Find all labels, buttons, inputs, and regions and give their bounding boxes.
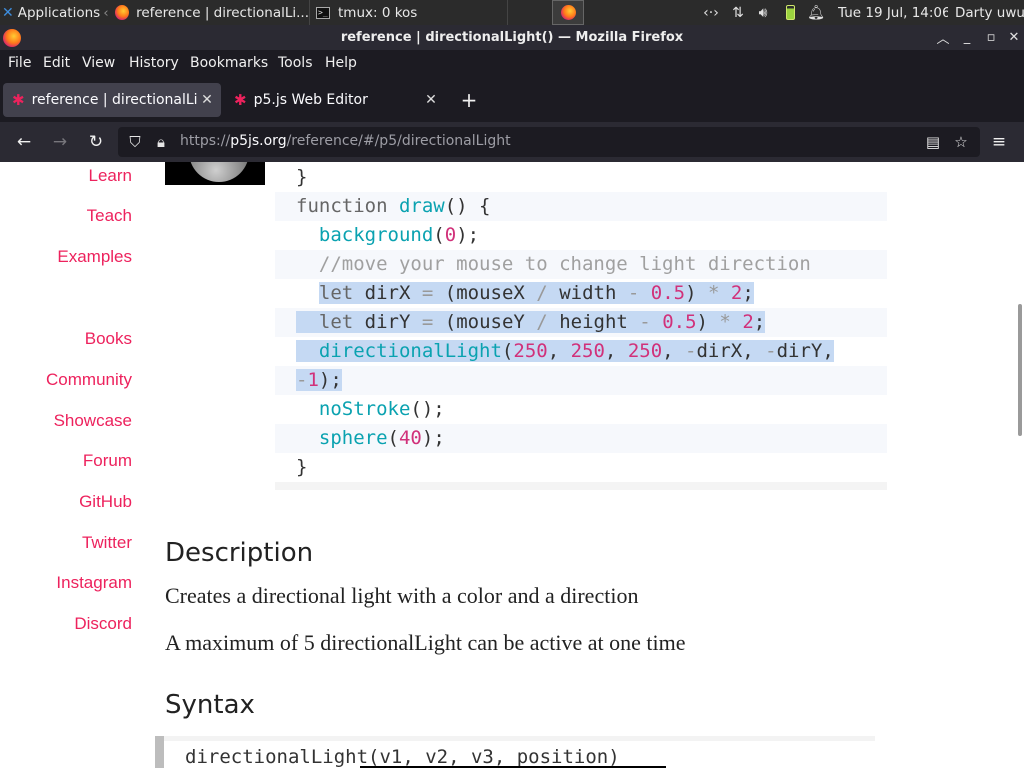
code-line: noStroke(); <box>318 398 445 420</box>
hamburger-menu-icon[interactable]: ≡ <box>988 131 1010 153</box>
code-line: background(0); <box>318 224 480 246</box>
sidebar-item-books[interactable]: Books <box>85 329 132 349</box>
page-content: Learn Teach Examples Books Community Sho… <box>0 162 1024 768</box>
user-menu[interactable]: Darty uwu <box>955 0 1024 25</box>
description-heading: Description <box>165 538 314 568</box>
reload-icon[interactable]: ↻ <box>85 131 107 153</box>
code-block-bottom-border <box>275 482 887 490</box>
taskbar-item-label: tmux: 0 kos <box>338 4 418 21</box>
menu-bookmarks[interactable]: Bookmarks <box>190 55 268 71</box>
tab-reference[interactable]: ✱ reference | directionalLight() ✕ <box>3 83 221 117</box>
window-title: reference | directionalLight() — Mozilla… <box>340 30 684 45</box>
tab-strip: ✱ reference | directionalLight() ✕ ✱ p5.… <box>0 78 1024 122</box>
firefox-icon <box>115 5 130 20</box>
applications-menu[interactable]: ✕ Applications ‹ <box>2 0 108 25</box>
syntax-left-bar <box>155 736 164 768</box>
url-text[interactable]: https://p5js.org/reference/#/p5/directio… <box>180 133 511 149</box>
p5-asterisk-icon: ✱ <box>12 90 25 109</box>
p5-asterisk-icon: ✱ <box>234 90 247 109</box>
syntax-top-band <box>164 736 875 741</box>
battery-icon[interactable] <box>781 0 799 25</box>
minimize-icon[interactable]: _ <box>958 28 976 46</box>
lock-icon[interactable]: 🔒︎ <box>150 131 172 153</box>
code-line: //move your mouse to change light direct… <box>275 250 887 279</box>
code-line: directionalLight(250, 250, 250, -dirX, -… <box>275 337 887 366</box>
desktop-panel: ✕ Applications ‹ reference | directional… <box>0 0 1024 25</box>
close-icon[interactable]: ✕ <box>1005 28 1023 46</box>
page-scrollbar[interactable] <box>1018 304 1022 436</box>
network-arrows-icon[interactable]: ‹·› <box>700 0 722 25</box>
taskbar-item-label: reference | directionalLi... <box>136 4 309 21</box>
applications-label: Applications <box>17 4 101 21</box>
notification-bell-icon[interactable]: 🔔︎ <box>806 0 826 25</box>
syntax-code-block[interactable]: directionalLight(v1, v2, v3, position) <box>155 736 875 768</box>
taskbar-item-firefox[interactable]: reference | directionalLi... <box>110 0 310 25</box>
sidebar-item-community[interactable]: Community <box>46 370 132 390</box>
navigation-toolbar: ← → ↻ ⛉ 🔒︎ https://p5js.org/reference/#/… <box>0 122 1024 162</box>
address-bar[interactable]: ⛉ 🔒︎ https://p5js.org/reference/#/p5/dir… <box>118 127 980 157</box>
sidebar-item-learn[interactable]: Learn <box>89 166 132 186</box>
shield-icon[interactable]: ⛉ <box>124 131 146 153</box>
clock[interactable]: Tue 19 Jul, 14:06 <box>838 0 948 25</box>
bookmark-star-icon[interactable]: ☆ <box>950 131 972 153</box>
reader-view-icon[interactable]: ▤ <box>922 131 944 153</box>
lit-sphere <box>189 162 249 182</box>
sidebar-item-forum[interactable]: Forum <box>83 451 132 471</box>
code-line: let dirX = (mouseX / width - 0.5) * 2; <box>318 282 754 304</box>
sidebar-item-github[interactable]: GitHub <box>79 492 132 512</box>
forward-arrow-icon[interactable]: → <box>49 131 71 153</box>
tab-label: reference | directionalLight() <box>31 92 197 108</box>
restore-icon[interactable]: ▫ <box>982 28 1000 46</box>
sidebar-item-discord[interactable]: Discord <box>74 614 132 634</box>
window-titlebar: reference | directionalLight() — Mozilla… <box>0 25 1024 50</box>
menubar: File Edit View History Bookmarks Tools H… <box>0 50 1024 78</box>
code-line: } <box>296 166 308 188</box>
menu-view[interactable]: View <box>82 55 115 71</box>
syntax-code: directionalLight(v1, v2, v3, position) <box>185 746 620 768</box>
syntax-heading: Syntax <box>165 690 255 720</box>
terminal-icon: >_ <box>316 6 330 19</box>
dropdown-indicator-icon: ‹ <box>103 5 108 21</box>
description-text: Creates a directional light with a color… <box>165 583 639 608</box>
code-line: } <box>296 456 308 478</box>
workspace-switcher[interactable] <box>552 0 584 25</box>
example-sketch-canvas[interactable] <box>165 162 265 185</box>
menu-tools[interactable]: Tools <box>278 55 313 71</box>
close-tab-icon[interactable]: ✕ <box>421 92 441 108</box>
firefox-icon <box>560 5 576 20</box>
menu-edit[interactable]: Edit <box>43 55 70 71</box>
volume-icon[interactable]: 🔊︎ <box>752 0 774 25</box>
sidebar-item-teach[interactable]: Teach <box>87 206 132 226</box>
xfce-mouse-icon: ✕ <box>2 4 14 21</box>
menu-file[interactable]: File <box>8 55 31 71</box>
code-line: -1); <box>275 366 887 395</box>
sidebar-item-twitter[interactable]: Twitter <box>82 533 132 553</box>
description-note: A maximum of 5 directionalLight can be a… <box>165 630 686 655</box>
back-arrow-icon[interactable]: ← <box>13 131 35 153</box>
new-tab-plus-icon[interactable]: + <box>458 90 480 112</box>
code-line: let dirY = (mouseY / height - 0.5) * 2; <box>275 308 887 337</box>
tab-web-editor[interactable]: ✱ p5.js Web Editor ✕ <box>225 83 445 117</box>
sidebar-item-showcase[interactable]: Showcase <box>54 411 132 431</box>
network-updown-icon[interactable]: ⇅ <box>727 0 749 25</box>
example-code-block[interactable]: } function draw() { background(0); //mov… <box>275 162 887 492</box>
sidebar-item-instagram[interactable]: Instagram <box>56 573 132 593</box>
taskbar-item-tmux[interactable]: >_ tmux: 0 kos <box>312 0 508 25</box>
code-line: sphere(40); <box>275 424 887 453</box>
tab-label: p5.js Web Editor <box>253 92 368 108</box>
sidebar-item-examples[interactable]: Examples <box>57 247 132 267</box>
code-line: function draw() { <box>275 192 887 221</box>
menu-history[interactable]: History <box>129 55 179 71</box>
close-tab-icon[interactable]: ✕ <box>197 92 217 108</box>
menu-help[interactable]: Help <box>325 55 357 71</box>
maximize-chevron-icon[interactable]: ︿ <box>934 28 952 47</box>
